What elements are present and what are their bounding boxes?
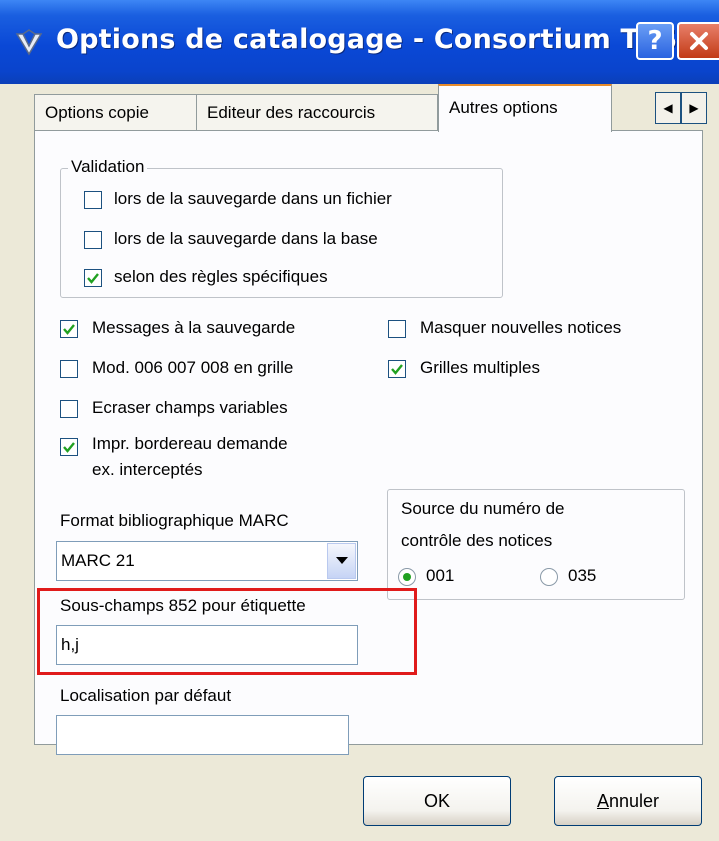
title-bar[interactable]: Options de catalogage - Consortium TEST …: [0, 0, 719, 84]
source-controle-legend-line2: contrôle des notices: [398, 531, 556, 551]
mod-grille-checkbox[interactable]: [60, 360, 78, 378]
checkmark-icon: [391, 364, 403, 375]
source-035-radio[interactable]: [540, 568, 558, 586]
masquer-notices-label: Masquer nouvelles notices: [420, 318, 622, 337]
chevron-down-icon: [335, 557, 348, 564]
localisation-input[interactable]: [56, 715, 349, 755]
mod-grille-label: Mod. 006 007 008 en grille: [92, 358, 294, 377]
masquer-notices-checkbox[interactable]: [388, 320, 406, 338]
arrow-left-icon: ◀: [663, 101, 673, 115]
format-marc-selected-value: MARC 21: [61, 551, 135, 570]
cancel-button[interactable]: Annuler: [554, 776, 702, 826]
tab-autres-options[interactable]: Autres options: [438, 84, 612, 132]
cancel-mnemonic: A: [596, 790, 609, 811]
tab-scroll-right-button[interactable]: ▶: [681, 92, 707, 124]
source-001-radio[interactable]: [398, 568, 416, 586]
validation-regles-label: selon des règles spécifiques: [114, 267, 328, 286]
checkmark-icon: [87, 273, 99, 284]
arrow-right-icon: ▶: [689, 101, 699, 115]
ecraser-champs-label: Ecraser champs variables: [92, 398, 288, 417]
validation-regles-checkbox[interactable]: [84, 269, 102, 287]
source-controle-legend-line1: Source du numéro de: [398, 499, 568, 519]
checkmark-icon: [63, 442, 75, 453]
help-button[interactable]: ?: [636, 22, 674, 60]
grilles-multiples-checkbox[interactable]: [388, 360, 406, 378]
validation-base-checkbox[interactable]: [84, 231, 102, 249]
validation-legend: Validation: [68, 157, 148, 177]
close-button[interactable]: [677, 22, 719, 60]
tab-scroll-left-button[interactable]: ◀: [655, 92, 681, 124]
cancel-label: nnuler: [608, 790, 660, 811]
format-marc-dropdown-button[interactable]: [327, 543, 356, 579]
messages-sauvegarde-label: Messages à la sauvegarde: [92, 318, 296, 337]
ecraser-champs-checkbox[interactable]: [60, 400, 78, 418]
impr-bordereau-label: Impr. bordereau demande: [92, 434, 288, 453]
messages-sauvegarde-checkbox[interactable]: [60, 320, 78, 338]
impr-bordereau-label-line2: ex. interceptés: [92, 460, 203, 479]
format-marc-label: Format bibliographique MARC: [60, 511, 289, 530]
validation-base-label: lors de la sauvegarde dans la base: [114, 229, 378, 248]
window-title: Options de catalogage - Consortium TEST: [56, 24, 697, 55]
close-icon: [690, 32, 708, 50]
validation-fichier-checkbox[interactable]: [84, 191, 102, 209]
impr-bordereau-checkbox[interactable]: [60, 438, 78, 456]
checkmark-icon: [63, 324, 75, 335]
source-001-label: 001: [426, 566, 455, 585]
grilles-multiples-label: Grilles multiples: [420, 358, 540, 377]
highlight-box: [37, 588, 417, 675]
format-marc-select[interactable]: MARC 21: [56, 541, 358, 581]
app-icon: [15, 29, 43, 56]
source-035-label: 035: [568, 566, 597, 585]
tab-editeur-raccourcis[interactable]: Editeur des raccourcis: [196, 94, 438, 130]
tab-options-copie[interactable]: Options copie: [34, 94, 197, 130]
validation-fichier-label: lors de la sauvegarde dans un fichier: [114, 189, 392, 208]
ok-button[interactable]: OK: [363, 776, 511, 826]
localisation-label: Localisation par défaut: [60, 686, 232, 705]
